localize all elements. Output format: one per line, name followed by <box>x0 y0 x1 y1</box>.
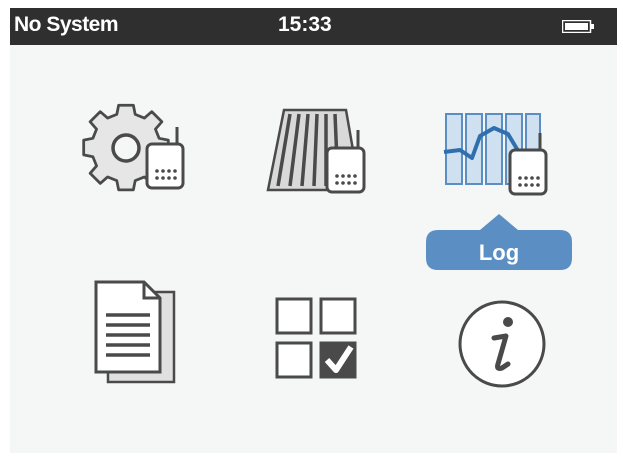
battery-full-icon <box>562 20 594 33</box>
gear-with-receiver-icon <box>82 103 185 192</box>
selected-item-tooltip: Log <box>424 212 574 272</box>
status-bar: No System 15:33 <box>10 8 617 45</box>
checklist-grid-icon <box>275 297 357 379</box>
info-button[interactable] <box>456 298 548 390</box>
document-button[interactable] <box>92 280 182 390</box>
log-button[interactable] <box>442 106 554 211</box>
settings-button[interactable] <box>78 100 190 205</box>
document-icon <box>94 280 176 384</box>
system-label: No System <box>14 13 119 36</box>
log-chart-with-receiver-icon <box>443 113 548 196</box>
solar-panel-button[interactable] <box>262 106 374 211</box>
tooltip-label: Log <box>478 240 520 265</box>
clock: 15:33 <box>278 13 332 36</box>
device-screen: No System 15:33 Log <box>10 8 617 453</box>
solar-panel-with-receiver-icon <box>266 108 366 194</box>
checklist-button[interactable] <box>274 296 364 386</box>
info-icon <box>458 300 546 388</box>
